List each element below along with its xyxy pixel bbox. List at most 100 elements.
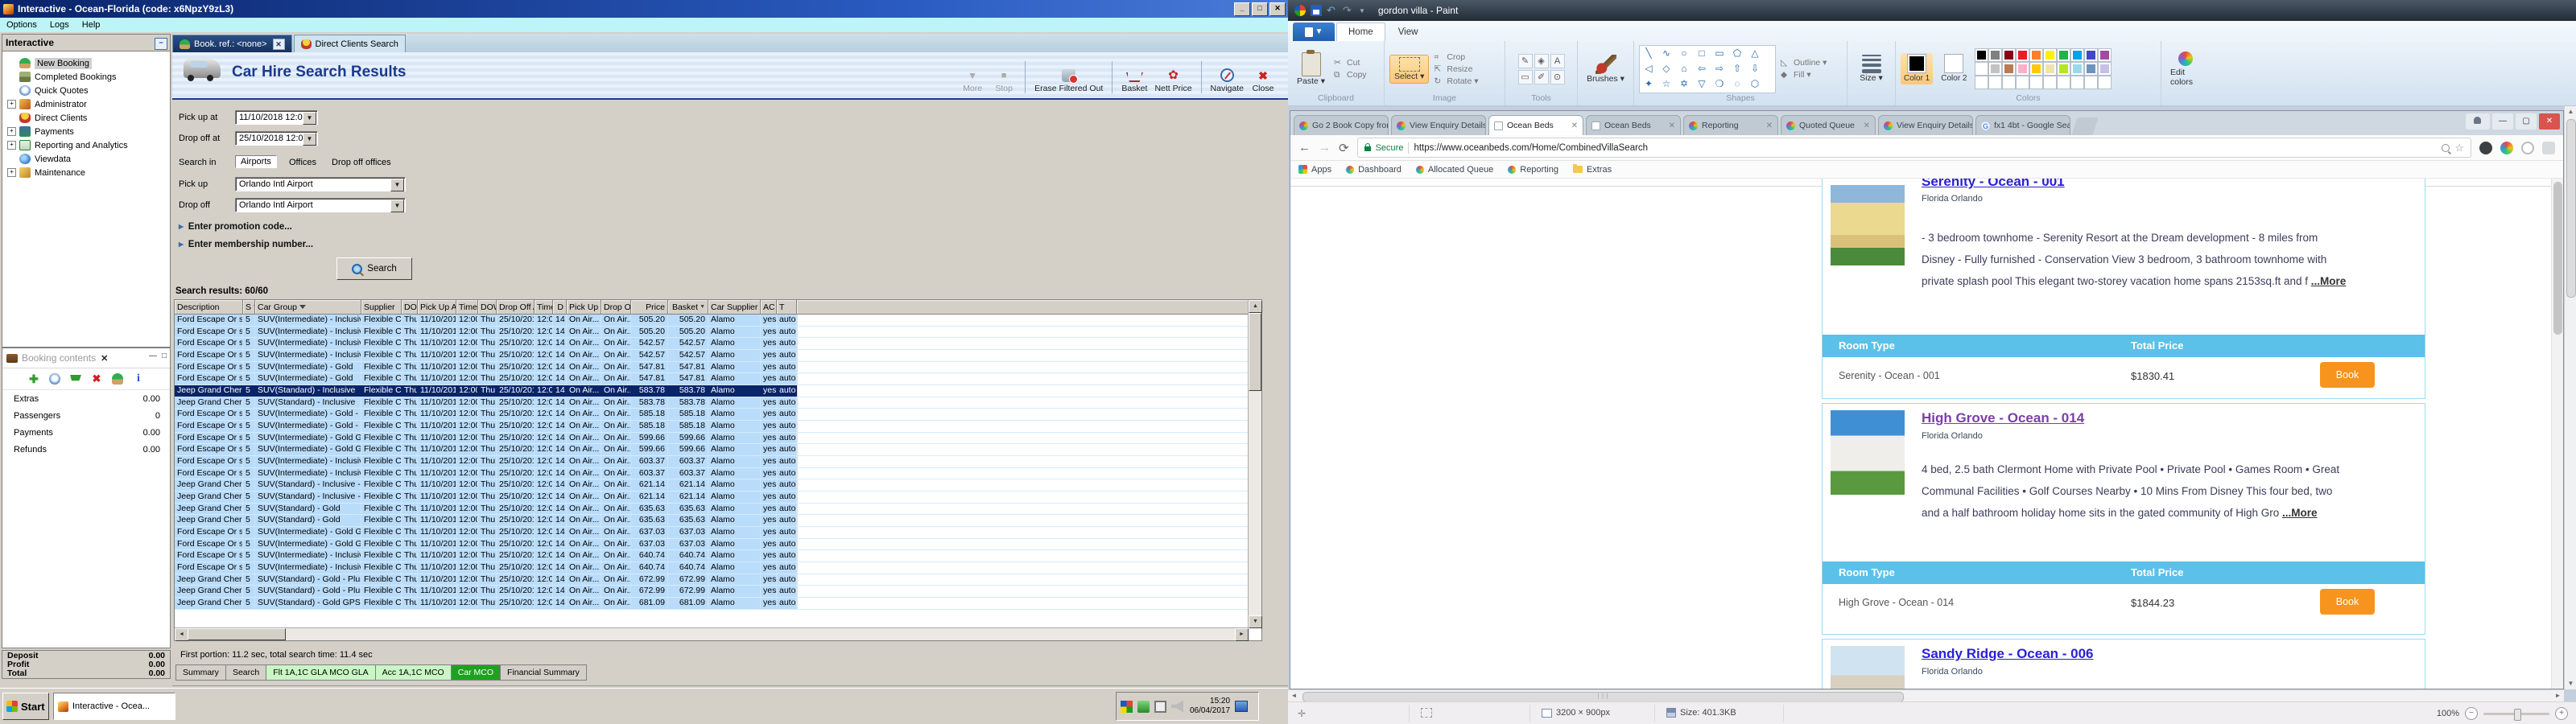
bookmark-reporting[interactable]: Reporting <box>1508 165 1558 175</box>
table-row[interactable]: Jeep Grand Cheroke...5SUV(Standard) - Go… <box>175 574 1261 586</box>
brushes-button[interactable]: Brushes ▾ <box>1583 53 1629 85</box>
palette-color[interactable] <box>2001 48 2016 62</box>
dropdown-arrow-icon[interactable]: ▼ <box>303 112 316 125</box>
shape-icon[interactable]: ⇦ <box>1693 61 1711 76</box>
volume-muted-tray-icon[interactable] <box>1171 700 1183 713</box>
save-icon[interactable] <box>1311 5 1322 16</box>
tab-close-icon[interactable]: ✕ <box>272 38 285 50</box>
table-row[interactable]: Ford Escape Or simila...5SUV(Intermediat… <box>175 444 1261 457</box>
bottom-tab-financial-summary[interactable]: Financial Summary <box>501 664 587 681</box>
menu-item-options[interactable]: Options <box>0 20 43 30</box>
show-desktop-icon[interactable] <box>1235 701 1249 712</box>
antivirus-tray-icon[interactable] <box>1121 700 1133 713</box>
text-icon[interactable]: A <box>1550 53 1565 68</box>
table-row[interactable]: Ford Escape Or simila...5SUV(Intermediat… <box>175 338 1261 351</box>
bottom-tab-flt-1a-1c-gla-mco-gla[interactable]: Flt 1A,1C GLA MCO GLA <box>266 664 376 681</box>
table-row[interactable]: Ford Escape Or simila...5SUV(Intermediat… <box>175 350 1261 362</box>
book-button[interactable]: Book <box>2320 589 2375 615</box>
booking-contents-close-icon[interactable]: ✕ <box>101 353 108 364</box>
villa-photo[interactable] <box>1831 185 1905 265</box>
paste-button[interactable]: Paste ▾ <box>1293 49 1329 88</box>
quote-clock-icon[interactable] <box>49 373 60 385</box>
minimize-button[interactable]: _ <box>1234 2 1250 16</box>
column-header-supplier[interactable]: Supplier <box>361 300 402 315</box>
sidebar-item-maintenance[interactable]: + Maintenance <box>2 166 170 179</box>
palette-color[interactable] <box>2056 76 2070 89</box>
shape-icon[interactable]: ◁ <box>1640 61 1657 76</box>
table-row[interactable]: Jeep Grand Cheroke...5SUV(Standard) - Go… <box>175 586 1261 599</box>
zoom-in-icon[interactable]: + <box>2555 707 2568 720</box>
palette-color[interactable] <box>1988 62 2002 76</box>
palette-color[interactable] <box>2001 76 2016 89</box>
pick-up-combobox[interactable]: Orlando Intl Airport ▼ <box>235 177 406 191</box>
browser-tab[interactable]: View Enquiry Details✕ <box>1391 115 1486 135</box>
shapes-gallery[interactable]: ╲ ∿ ○ □ ▭ ⬠ △ ◁ ◇ ⌂ ⇦ ⇨ ⇧ ⇩ ✦ ☆ ✡ ▽ ❍ ◌ ⬡ <box>1639 44 1776 93</box>
shape-icon[interactable]: ❍ <box>1711 76 1728 92</box>
scrollbar-thumb[interactable] <box>188 628 286 640</box>
shape-icon[interactable]: ╲ <box>1640 46 1657 61</box>
palette-color[interactable] <box>2001 62 2016 76</box>
palette-color[interactable] <box>2097 76 2112 89</box>
refresh-icon[interactable]: ⟳ <box>1339 141 1349 155</box>
shape-icon[interactable]: ⬡ <box>1746 76 1764 92</box>
palette-color[interactable] <box>1974 62 1988 76</box>
forward-icon[interactable]: → <box>1319 141 1331 154</box>
more-link[interactable]: ...More <box>2311 275 2347 287</box>
expand-icon[interactable]: + <box>7 168 16 177</box>
scrollbar-thumb[interactable] <box>2553 182 2562 335</box>
tab-close-icon[interactable]: ✕ <box>1666 121 1675 130</box>
document-tab[interactable]: Book. ref.: <none> ✕ <box>172 35 292 52</box>
dropdown-arrow-icon[interactable]: ▼ <box>303 133 316 146</box>
expand-icon[interactable]: + <box>7 141 16 150</box>
search-in-airports-option[interactable]: Airports <box>235 155 277 168</box>
search-in-offices-option[interactable]: Offices <box>287 157 318 168</box>
browser-tab[interactable]: Reporting ✕ <box>1683 115 1778 135</box>
table-row[interactable]: Jeep Grand Cheroke...5SUV(Standard) - In… <box>175 385 1261 397</box>
graphics-tray-icon[interactable] <box>1137 700 1150 713</box>
villa-title-link[interactable]: Serenity - Ocean - 001 <box>1922 179 2065 190</box>
palette-color[interactable] <box>2083 76 2098 89</box>
shape-icon[interactable]: ⬠ <box>1728 46 1746 61</box>
panel-minimize-icon[interactable]: — <box>149 352 157 360</box>
sidebar-item-viewdata[interactable]: Viewdata <box>2 152 170 166</box>
scroll-right-icon[interactable]: ► <box>1235 628 1249 641</box>
palette-color[interactable] <box>2015 62 2029 76</box>
browser-tab[interactable]: Gfx1 4bt - Google Sea✕ <box>1975 115 2070 135</box>
palm-icon[interactable] <box>112 373 123 385</box>
villa-photo[interactable] <box>1831 410 1905 495</box>
zoom-slider-thumb[interactable] <box>2514 708 2521 721</box>
edit-colors-button[interactable]: Edit colors <box>2166 50 2205 88</box>
column-header-car-supplier[interactable]: Car Supplier <box>708 300 761 315</box>
palette-color[interactable] <box>2097 62 2112 76</box>
column-header-time[interactable]: Time <box>456 300 478 315</box>
palette-color[interactable] <box>1988 76 2002 89</box>
column-header-car-group[interactable]: Car Group <box>255 300 361 315</box>
table-row[interactable]: Jeep Grand Cheroke...5SUV(Standard) - Go… <box>175 598 1261 610</box>
menu-item-logs[interactable]: Logs <box>43 20 76 30</box>
paint-file-button[interactable]: ▼ <box>1293 23 1335 41</box>
palette-color[interactable] <box>2015 48 2029 62</box>
table-row[interactable]: Ford Escape Or simila...5SUV(Intermediat… <box>175 409 1261 422</box>
zoom-out-icon[interactable]: − <box>2465 707 2478 720</box>
column-header-dow[interactable]: DOW <box>402 300 418 315</box>
browser-close-button[interactable]: ✕ <box>2539 113 2560 130</box>
palette-color[interactable] <box>1988 48 2002 62</box>
scroll-down-icon[interactable]: ▼ <box>2565 678 2576 689</box>
table-row[interactable]: Ford Escape Or simila...5SUV(Intermediat… <box>175 432 1261 445</box>
close-button[interactable]: ✕ <box>1269 2 1286 16</box>
palette-color[interactable] <box>2015 76 2029 89</box>
shape-icon[interactable]: ☆ <box>1657 76 1675 92</box>
extension-icon[interactable] <box>2500 141 2513 154</box>
ribbon-tab-view[interactable]: View <box>1387 23 1430 41</box>
add-icon[interactable]: ✚ <box>28 373 39 385</box>
column-header-dow[interactable]: DOW <box>478 300 497 315</box>
paint-vertical-scrollbar[interactable]: ▲ ▼ <box>2564 106 2576 689</box>
nett-price-button[interactable]: ✿ Nett Price <box>1154 69 1191 94</box>
dropdown-arrow-icon[interactable]: ▼ <box>390 179 404 191</box>
color2-button[interactable]: Color 2 <box>1938 53 1970 84</box>
villa-title-link[interactable]: Sandy Ridge - Ocean - 006 <box>1922 646 2094 662</box>
url-text[interactable]: https://www.oceanbeds.com/Home/CombinedV… <box>1414 143 2437 153</box>
table-row[interactable]: Ford Escape Or simila...5SUV(Intermediat… <box>175 326 1261 339</box>
crop-button[interactable]: ⌗ Crop <box>1434 52 1478 62</box>
shape-icon[interactable]: ▽ <box>1693 76 1711 92</box>
